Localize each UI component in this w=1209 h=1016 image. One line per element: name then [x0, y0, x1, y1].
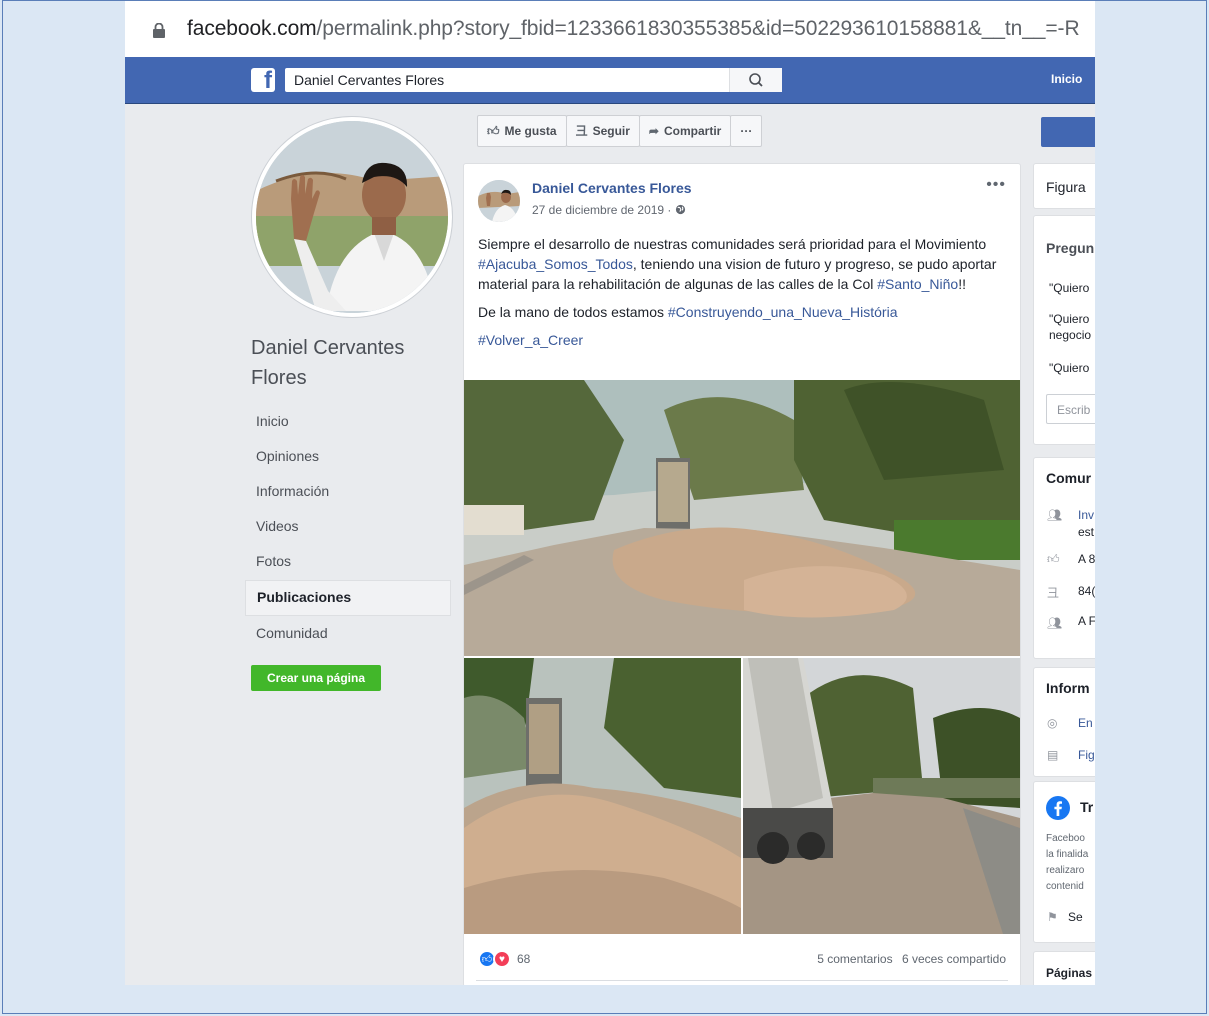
page-nav: Inicio Opiniones Información Videos Foto… — [245, 405, 451, 652]
transparency-text-4: contenid — [1046, 881, 1084, 892]
post-text-1a: Siempre el desarrollo de nuestras comuni… — [478, 236, 987, 252]
search-icon — [749, 73, 763, 87]
nav-item-informacion[interactable]: Información — [245, 475, 451, 509]
page-name[interactable]: Daniel Cervantes Flores — [251, 333, 451, 393]
info-title: Inform — [1046, 680, 1090, 696]
rss-icon: ⼹ — [1047, 586, 1060, 600]
pages-title: Páginas — [1046, 966, 1093, 980]
transparency-title: Tr — [1080, 799, 1094, 815]
question-3[interactable]: "Quiero — [1049, 361, 1089, 375]
pages-card: Páginas — [1033, 951, 1095, 985]
search-input[interactable]: Daniel Cervantes Flores — [285, 68, 781, 92]
url-host: facebook.com — [187, 17, 317, 40]
share-label: Compartir — [663, 124, 722, 138]
post-photo-3[interactable] — [743, 658, 1020, 934]
nav-item-inicio[interactable]: Inicio — [245, 405, 451, 439]
follow-label: Seguir — [592, 124, 630, 138]
url-text[interactable]: facebook.com/permalink.php?story_fbid=12… — [187, 17, 1080, 41]
followers-stat: 84( — [1078, 584, 1095, 598]
post-stats: 5 comentarios 6 veces compartido — [817, 952, 1006, 966]
community-card: Comur 👥︎ Inv est 👍︎ A 8 ⼹ 84( 👥︎ A F — [1033, 457, 1095, 659]
category-label[interactable]: Figura — [1046, 179, 1086, 195]
reactions-count: 68 — [517, 952, 531, 966]
post-timestamp[interactable]: 27 de diciembre de 2019 · — [532, 203, 686, 217]
thumbs-up-icon: 👍︎ — [487, 124, 500, 138]
invite-link-cont: est — [1078, 525, 1095, 539]
globe-icon — [675, 204, 685, 215]
rss-icon: ⼹ — [575, 124, 588, 138]
browser-window: facebook.com/permalink.php?story_fbid=12… — [125, 1, 1095, 985]
follow-button[interactable]: ⼹ Seguir — [565, 115, 640, 147]
thumbs-up-icon: 👍︎ — [1047, 552, 1060, 566]
screenshot-frame: facebook.com/permalink.php?story_fbid=12… — [2, 0, 1207, 1014]
lock-icon — [153, 23, 165, 38]
search-button[interactable] — [729, 68, 782, 92]
post-photo-2[interactable] — [464, 658, 741, 934]
share-page-button[interactable]: ➦ Compartir — [638, 115, 732, 147]
address-bar[interactable]: facebook.com/permalink.php?story_fbid=12… — [125, 1, 1095, 57]
hashtag-construyendo[interactable]: #Construyendo_una_Nueva_História — [668, 304, 898, 320]
divider — [476, 980, 1008, 981]
hashtag-ajacuba[interactable]: #Ajacuba_Somos_Todos — [478, 256, 633, 272]
post-text-1c: !! — [958, 276, 966, 292]
post-card: Daniel Cervantes Flores 27 de diciembre … — [463, 163, 1021, 985]
category-card: Figura — [1033, 163, 1095, 209]
friends-stat: A F — [1078, 614, 1095, 628]
primary-action-button[interactable] — [1041, 117, 1095, 147]
post-photo-1[interactable] — [464, 380, 1020, 656]
post-date-text: 27 de diciembre de 2019 · — [532, 203, 675, 217]
url-path: /permalink.php?story_fbid=12336618303553… — [316, 17, 1080, 40]
question-input[interactable]: Escrib — [1046, 394, 1095, 424]
like-page-button[interactable]: 👍︎ Me gusta — [477, 115, 567, 147]
question-1[interactable]: "Quiero — [1049, 281, 1089, 295]
invite-link[interactable]: Inv — [1078, 508, 1094, 522]
messenger-link[interactable]: En — [1078, 716, 1093, 730]
transparency-card: Tr Faceboo la finalida realizaro conteni… — [1033, 781, 1095, 943]
facebook-header: f Daniel Cervantes Flores Inicio — [125, 57, 1095, 104]
likes-stat: A 8 — [1078, 552, 1095, 566]
question-2[interactable]: "Quiero — [1049, 312, 1089, 326]
hashtag-santo-nino[interactable]: #Santo_Niño — [877, 276, 958, 292]
post-author-avatar[interactable] — [478, 180, 520, 222]
flag-outline-icon: ⚑ — [1047, 910, 1058, 924]
nav-item-comunidad[interactable]: Comunidad — [245, 617, 451, 651]
more-actions-button[interactable]: ··· — [730, 115, 763, 147]
question-2-cont: negocio — [1049, 328, 1092, 342]
flag-icon: ▤ — [1047, 748, 1059, 762]
post-author-name[interactable]: Daniel Cervantes Flores — [532, 180, 692, 196]
search-value: Daniel Cervantes Flores — [294, 72, 445, 88]
facebook-circle-icon — [1046, 796, 1070, 820]
share-arrow-icon: ➦ — [648, 124, 659, 138]
transparency-text-2: la finalida — [1046, 849, 1089, 860]
transparency-text-3: realizaro — [1046, 865, 1085, 876]
shares-count-link[interactable]: 6 veces compartido — [902, 952, 1006, 966]
messenger-icon: ◎ — [1047, 716, 1058, 730]
nav-item-fotos[interactable]: Fotos — [245, 545, 451, 579]
questions-title: Pregun — [1046, 240, 1095, 256]
reactions-summary[interactable]: 👍︎ ♥ 68 — [478, 950, 530, 968]
like-label: Me gusta — [504, 124, 557, 138]
create-page-button[interactable]: Crear una página — [251, 665, 381, 691]
facebook-logo-icon[interactable]: f — [251, 67, 275, 94]
transparency-text-1: Faceboo — [1046, 833, 1085, 844]
see-more-link[interactable]: Se — [1068, 910, 1083, 924]
page-actions: 👍︎ Me gusta ⼹ Seguir ➦ Compartir ··· — [477, 115, 763, 147]
post-text-2a: De la mano de todos estamos — [478, 304, 668, 320]
nav-home-link[interactable]: Inicio — [1051, 72, 1082, 86]
people-icon: 👥︎ — [1047, 616, 1063, 630]
info-card: Inform ◎ En ▤ Fig — [1033, 667, 1095, 777]
nav-item-videos[interactable]: Videos — [245, 510, 451, 544]
questions-card: Pregun "Quiero "Quiero negocio "Quiero E… — [1033, 215, 1095, 445]
comments-count-link[interactable]: 5 comentarios — [817, 952, 892, 966]
nav-item-opiniones[interactable]: Opiniones — [245, 440, 451, 474]
love-reaction-icon: ♥ — [493, 950, 511, 968]
post-options-button[interactable]: ••• — [986, 176, 1006, 194]
category-link[interactable]: Fig — [1078, 748, 1095, 762]
post-message: Siempre el desarrollo de nuestras comuni… — [478, 234, 1008, 358]
people-icon: 👥︎ — [1047, 508, 1063, 522]
community-title: Comur — [1046, 470, 1092, 486]
hashtag-volver-a-creer[interactable]: #Volver_a_Creer — [478, 332, 583, 348]
profile-picture[interactable] — [252, 117, 452, 317]
nav-item-publicaciones[interactable]: Publicaciones — [245, 580, 451, 616]
